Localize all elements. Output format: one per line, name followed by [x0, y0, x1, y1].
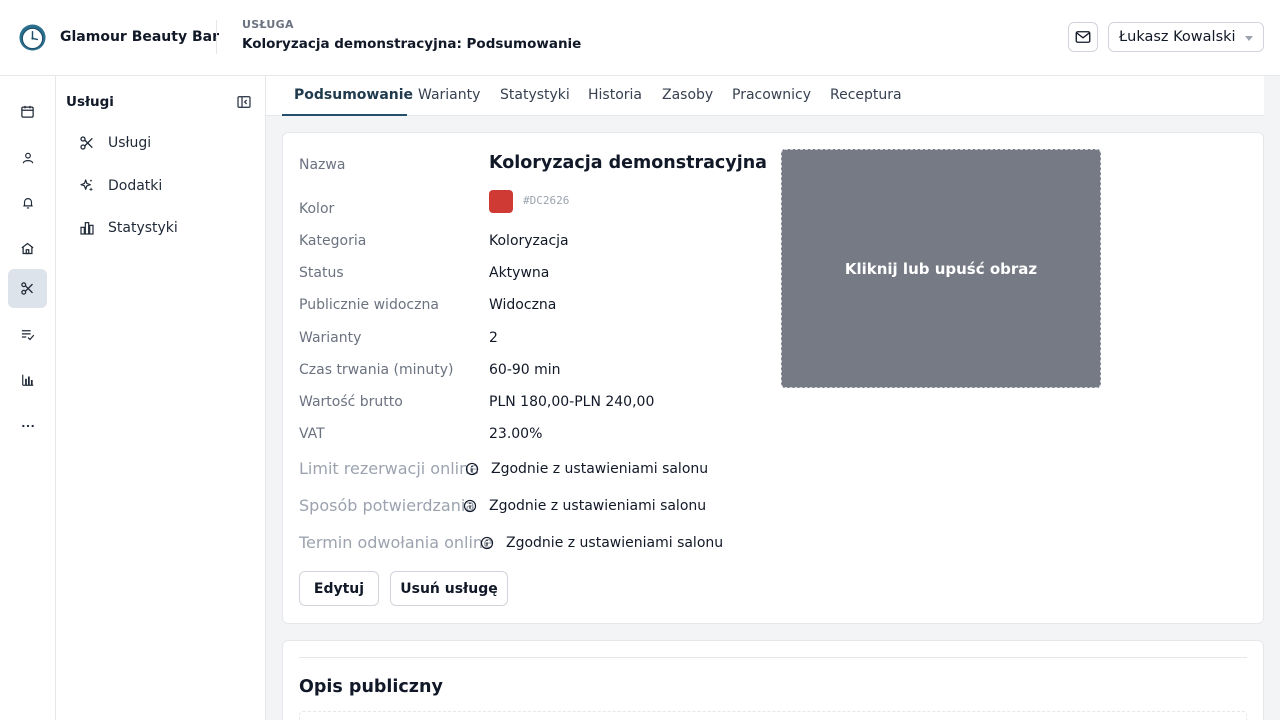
subnav-item-services[interactable]: Usługi — [78, 131, 151, 155]
rail-item-clients[interactable] — [8, 138, 47, 177]
main-nav-rail — [0, 76, 56, 720]
cancellation-label: Termin odwołania online — [299, 533, 493, 552]
subnav-item-label: Statystyki — [108, 220, 178, 236]
duration-label: Czas trwania (minuty) — [299, 362, 454, 378]
color-hex: #DC2626 — [523, 194, 570, 207]
tab-staff[interactable]: Pracownicy — [732, 87, 811, 103]
subnav-item-label: Dodatki — [108, 178, 163, 194]
rail-item-services[interactable] — [8, 269, 47, 308]
rail-item-tasks[interactable] — [8, 315, 47, 354]
subnav-title: Usługi — [66, 94, 114, 110]
store-icon — [21, 242, 34, 255]
gross-price-label: Wartość brutto — [299, 394, 403, 410]
header-divider — [216, 20, 217, 54]
messages-button[interactable] — [1068, 22, 1098, 52]
chevron-down-icon — [1245, 36, 1253, 41]
info-icon[interactable] — [465, 462, 479, 476]
variants-label: Warianty — [299, 330, 362, 346]
info-icon[interactable] — [480, 536, 494, 550]
public-value: Widoczna — [489, 297, 557, 313]
rail-item-more[interactable] — [8, 406, 47, 445]
services-subnav: Usługi Usługi Dodatki Statystyki — [56, 76, 266, 720]
more-icon — [21, 424, 34, 427]
booking-limit-value: Zgodnie z ustawieniami salonu — [491, 461, 709, 477]
subnav-item-label: Usługi — [108, 135, 152, 151]
checklist-icon — [21, 330, 35, 341]
image-dropzone[interactable]: Kliknij lub upuść obraz — [781, 149, 1101, 388]
app-header: Glamour Beauty Bar USŁUGA Koloryzacja de… — [0, 0, 1280, 76]
rail-item-calendar[interactable] — [8, 92, 47, 131]
edit-button[interactable]: Edytuj — [299, 571, 379, 606]
confirmation-value: Zgodnie z ustawieniami salonu — [489, 498, 707, 514]
page-kicker: USŁUGA — [242, 18, 294, 31]
name-label: Nazwa — [299, 157, 346, 173]
tab-resources[interactable]: Zasoby — [662, 87, 713, 103]
vat-value: 23.00% — [489, 426, 543, 442]
tab-variants[interactable]: Warianty — [418, 87, 480, 103]
duration-value: 60-90 min — [489, 362, 561, 378]
mail-icon — [1075, 31, 1091, 43]
tab-summary[interactable]: Podsumowanie — [294, 87, 413, 103]
bar-chart-icon — [21, 374, 33, 386]
summary-card: Nazwa Koloryzacja demonstracyjna Kolor #… — [282, 132, 1264, 624]
tab-statistics[interactable]: Statystyki — [500, 87, 570, 103]
brand-name: Glamour Beauty Bar — [60, 29, 219, 45]
clock-logo-icon — [19, 24, 46, 51]
confirmation-label: Sposób potwierdzania — [299, 496, 476, 515]
color-swatch[interactable] — [489, 190, 513, 213]
section-title: Opis publiczny — [299, 677, 443, 697]
page-title: Koloryzacja demonstracyjna: Podsumowanie — [242, 36, 582, 52]
vat-label: VAT — [299, 426, 325, 442]
rail-item-notifications[interactable] — [8, 183, 47, 222]
user-menu-select[interactable]: Łukasz Kowalski — [1108, 22, 1264, 52]
bar-chart-icon — [78, 219, 96, 237]
rail-item-reports[interactable] — [8, 360, 47, 399]
divider — [299, 657, 1247, 658]
main-content: Podsumowanie Warianty Statystyki Histori… — [266, 76, 1280, 720]
bell-icon — [22, 197, 33, 209]
user-icon — [22, 152, 33, 163]
status-value: Aktywna — [489, 265, 550, 281]
category-value: Koloryzacja — [489, 233, 569, 249]
delete-service-button[interactable]: Usuń usługę — [390, 571, 508, 606]
public-label: Publicznie widoczna — [299, 297, 439, 313]
gross-price-value: PLN 180,00-PLN 240,00 — [489, 394, 655, 410]
user-name: Łukasz Kowalski — [1119, 29, 1236, 45]
variants-value: 2 — [489, 330, 498, 346]
image-dropzone-text: Kliknij lub upuść obraz — [844, 259, 1038, 278]
collapse-sidebar-icon[interactable] — [236, 94, 252, 110]
calendar-icon — [21, 105, 34, 118]
rail-item-salon[interactable] — [8, 229, 47, 268]
scissors-icon — [21, 282, 33, 295]
category-label: Kategoria — [299, 233, 367, 249]
description-editor[interactable] — [299, 711, 1247, 720]
booking-limit-label: Limit rezerwacji online — [299, 459, 480, 478]
subnav-item-addons[interactable]: Dodatki — [78, 174, 162, 198]
sparkles-icon — [78, 177, 96, 195]
tab-history[interactable]: Historia — [588, 87, 642, 103]
active-tab-indicator — [282, 114, 407, 116]
color-label: Kolor — [299, 201, 335, 217]
scissors-icon — [78, 134, 96, 152]
public-description-card: Opis publiczny — [282, 640, 1264, 720]
cancellation-value: Zgodnie z ustawieniami salonu — [506, 535, 724, 551]
tab-bar: Podsumowanie Warianty Statystyki Histori… — [266, 76, 1264, 116]
info-icon[interactable] — [463, 499, 477, 513]
subnav-item-statistics[interactable]: Statystyki — [78, 216, 178, 240]
status-label: Status — [299, 265, 344, 281]
service-name: Koloryzacja demonstracyjna — [489, 153, 767, 173]
tab-recipe[interactable]: Receptura — [830, 87, 902, 103]
